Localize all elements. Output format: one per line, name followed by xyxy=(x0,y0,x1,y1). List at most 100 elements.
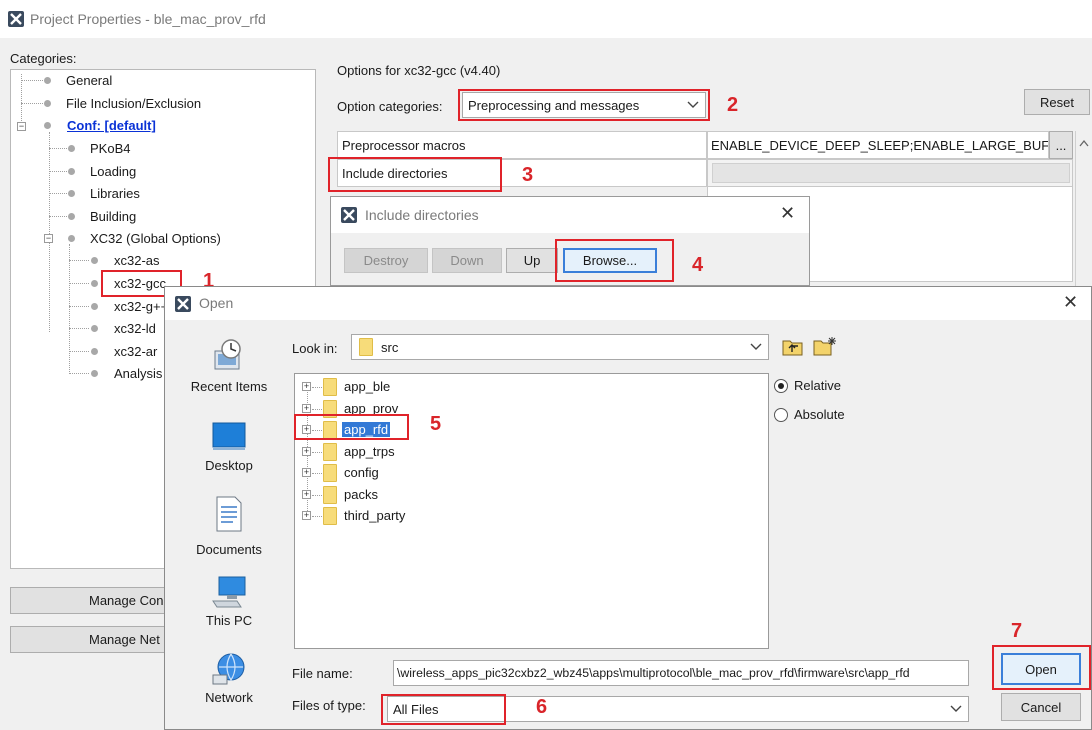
close-icon[interactable]: ✕ xyxy=(780,203,795,224)
tree-item-libraries[interactable]: Libraries xyxy=(90,186,140,201)
network-icon xyxy=(212,653,245,685)
annotation-box-6 xyxy=(381,694,506,725)
folder-name: config xyxy=(344,465,379,480)
include-dialog-title: Include directories xyxy=(365,207,479,223)
expand-icon[interactable]: + xyxy=(302,489,311,499)
open-dialog-title-bar: Open ✕ xyxy=(165,287,1091,320)
tree-item-building[interactable]: Building xyxy=(90,209,136,224)
tree-node-icon xyxy=(68,213,75,220)
tree-item-xc32-gpp[interactable]: xc32-g++ xyxy=(114,299,168,314)
folder-row[interactable]: + config xyxy=(295,463,765,484)
tree-item-analysis[interactable]: Analysis xyxy=(114,366,162,381)
tree-item-file-inclusion[interactable]: File Inclusion/Exclusion xyxy=(66,96,201,111)
option-row-name[interactable]: Preprocessor macros xyxy=(337,131,707,159)
file-name-value: \wireless_apps_pic32cxbz2_wbz45\apps\mul… xyxy=(397,666,910,680)
down-button[interactable]: Down xyxy=(432,248,502,273)
expand-icon[interactable]: + xyxy=(302,511,311,520)
annotation-number-7: 7 xyxy=(1011,620,1023,642)
folder-name: app_ble xyxy=(344,379,391,394)
reset-button[interactable]: Reset xyxy=(1024,89,1090,115)
tree-node-icon xyxy=(68,190,75,197)
tree-item-xc32-as[interactable]: xc32-as xyxy=(114,253,160,268)
annotation-number-5: 5 xyxy=(430,413,442,435)
folder-icon xyxy=(323,464,337,482)
option-categories-label: Option categories: xyxy=(337,99,443,114)
folder-row[interactable]: + third_party xyxy=(295,506,765,527)
folder-row[interactable]: + app_ble xyxy=(295,377,765,398)
tree-node-icon xyxy=(91,280,98,287)
look-in-select[interactable]: src xyxy=(351,334,769,360)
annotation-number-3: 3 xyxy=(522,164,534,186)
tree-item-xc32-ar[interactable]: xc32-ar xyxy=(114,344,157,359)
folder-name: packs xyxy=(344,486,378,502)
file-name-label: File name: xyxy=(292,666,353,681)
annotation-number-4: 4 xyxy=(692,254,704,276)
netbeans-app-icon xyxy=(341,207,357,223)
categories-label: Categories: xyxy=(10,51,77,66)
up-button[interactable]: Up xyxy=(506,248,558,273)
tree-node-icon xyxy=(91,325,98,332)
tree-item-conf-default[interactable]: Conf: [default] xyxy=(67,118,156,133)
folder-icon xyxy=(359,338,373,356)
window-title-bar: Project Properties - ble_mac_prov_rfd xyxy=(0,0,1092,38)
file-name-input[interactable]: \wireless_apps_pic32cxbz2_wbz45\apps\mul… xyxy=(393,660,969,686)
tree-node-icon xyxy=(68,145,75,152)
tree-item-xc32-global[interactable]: XC32 (Global Options) xyxy=(90,231,221,246)
annotation-number-6: 6 xyxy=(536,696,548,718)
expand-icon[interactable]: + xyxy=(302,382,311,391)
folder-row[interactable]: + app_trps xyxy=(295,442,765,463)
annotation-number-2: 2 xyxy=(727,94,739,116)
tree-node-icon xyxy=(91,303,98,310)
annotation-box-4 xyxy=(555,239,674,282)
cancel-button[interactable]: Cancel xyxy=(1001,693,1081,721)
up-one-level-icon[interactable] xyxy=(782,338,804,356)
tree-item-pkob4[interactable]: PKoB4 xyxy=(90,141,130,156)
chevron-down-icon xyxy=(950,705,962,712)
annotation-box-3 xyxy=(328,157,502,192)
folder-icon xyxy=(323,507,337,525)
option-row-value[interactable]: ENABLE_DEVICE_DEEP_SLEEP;ENABLE_LARGE_BU… xyxy=(707,131,1049,159)
expand-icon[interactable]: + xyxy=(302,468,311,477)
documents-icon xyxy=(216,496,242,532)
edit-macros-button[interactable]: ... xyxy=(1049,131,1073,159)
annotation-box-7 xyxy=(992,645,1091,690)
expand-icon[interactable]: + xyxy=(302,446,311,456)
tree-item-loading[interactable]: Loading xyxy=(90,164,136,179)
folder-name: third_party xyxy=(344,508,406,523)
close-icon[interactable]: ✕ xyxy=(1063,292,1078,313)
expand-icon[interactable]: + xyxy=(302,403,311,413)
tree-node-icon xyxy=(68,235,75,242)
destroy-button[interactable]: Destroy xyxy=(344,248,428,273)
annotation-box-2 xyxy=(458,89,710,121)
files-of-type-label: Files of type: xyxy=(292,698,366,713)
this-pc-icon xyxy=(212,576,246,608)
collapse-icon[interactable]: − xyxy=(44,234,53,243)
radio-icon xyxy=(774,408,788,422)
look-in-label: Look in: xyxy=(292,341,338,356)
desktop-icon xyxy=(212,422,246,450)
netbeans-app-icon xyxy=(175,296,191,312)
tree-node-icon xyxy=(44,77,51,84)
include-dialog-title-bar: Include directories ✕ xyxy=(331,197,809,233)
folder-icon xyxy=(323,378,337,396)
window-title: Project Properties - ble_mac_prov_rfd xyxy=(30,11,266,27)
scroll-up-icon[interactable] xyxy=(1079,139,1089,147)
recent-items-icon xyxy=(214,339,241,370)
tree-node-icon xyxy=(91,348,98,355)
option-row-value[interactable] xyxy=(707,159,1073,187)
options-scrollbar[interactable] xyxy=(1075,131,1092,286)
tree-item-general[interactable]: General xyxy=(66,73,112,88)
tree-node-icon xyxy=(44,122,51,129)
tree-node-icon xyxy=(91,257,98,264)
folder-icon xyxy=(323,485,337,504)
radio-icon xyxy=(774,379,788,393)
folder-icon xyxy=(323,442,337,461)
create-new-folder-icon[interactable] xyxy=(813,336,837,356)
collapse-icon[interactable]: − xyxy=(17,122,26,131)
relative-radio[interactable]: Relative xyxy=(774,378,841,393)
absolute-radio[interactable]: Absolute xyxy=(774,407,845,422)
tree-item-xc32-ld[interactable]: xc32-ld xyxy=(114,321,156,336)
folder-name: app_trps xyxy=(344,443,395,459)
folder-row[interactable]: + packs xyxy=(295,485,765,506)
tree-node-icon xyxy=(68,168,75,175)
